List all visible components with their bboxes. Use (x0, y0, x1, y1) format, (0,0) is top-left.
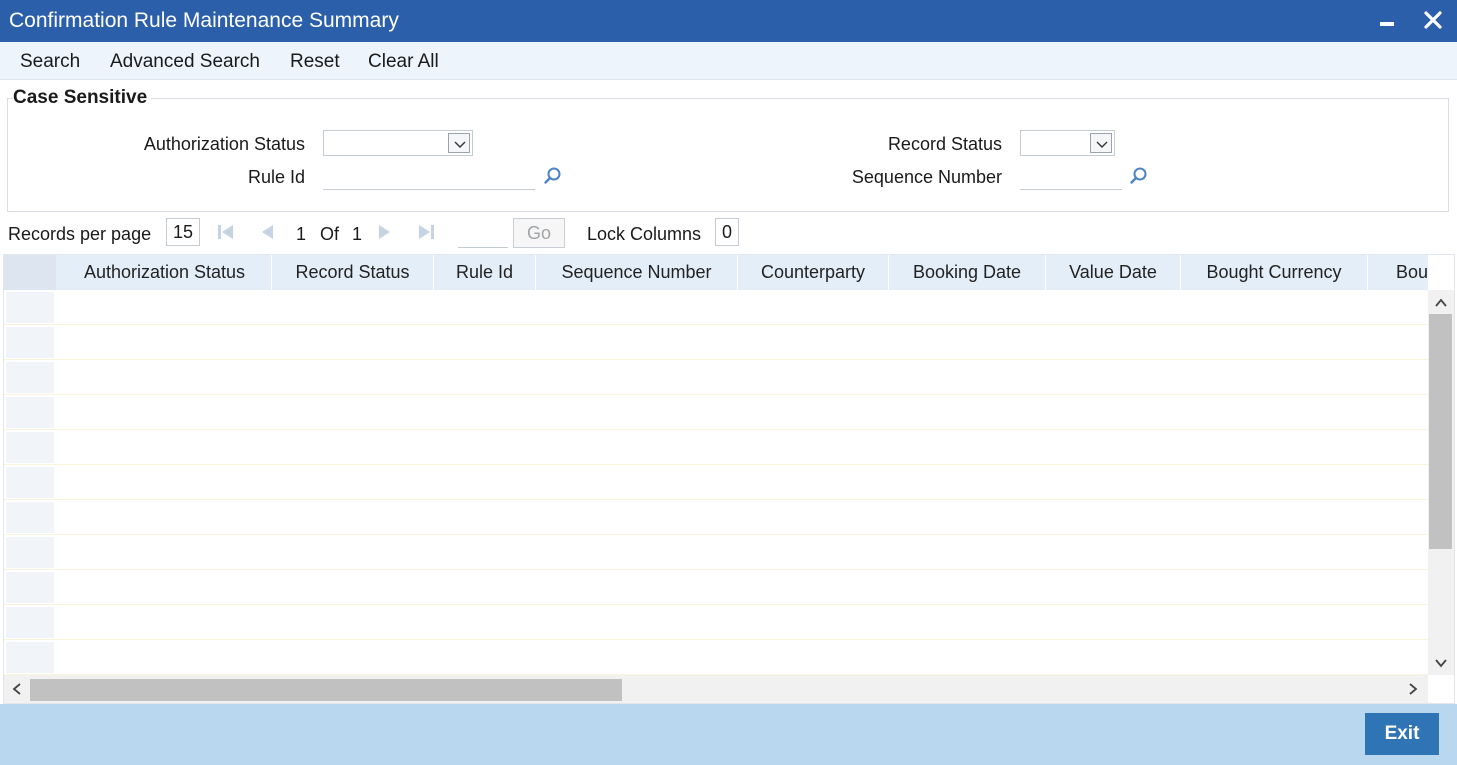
column-authorization-status[interactable]: Authorization Status (58, 255, 272, 290)
scroll-right-icon[interactable] (1404, 680, 1422, 698)
results-grid: Authorization Status Record Status Rule … (3, 254, 1455, 704)
minimize-icon[interactable] (1376, 8, 1400, 34)
select-all-column[interactable] (4, 255, 56, 290)
horizontal-scrollbar[interactable] (4, 675, 1428, 703)
close-icon[interactable] (1420, 6, 1446, 34)
window-titlebar: Confirmation Rule Maintenance Summary (0, 0, 1457, 42)
column-booking-date[interactable]: Booking Date (889, 255, 1046, 290)
case-sensitive-legend: Case Sensitive (13, 87, 152, 109)
total-pages: 1 (352, 224, 363, 244)
next-page-icon[interactable] (374, 222, 394, 242)
table-row[interactable] (4, 570, 1428, 605)
scroll-down-icon[interactable] (1432, 654, 1450, 672)
horizontal-scroll-thumb[interactable] (30, 679, 622, 701)
column-bought-currency[interactable]: Bought Currency (1181, 255, 1368, 290)
previous-page-icon[interactable] (258, 222, 278, 242)
sequence-number-label: Sequence Number (851, 167, 1002, 187)
authorization-status-select[interactable] (323, 130, 473, 156)
advanced-search-button[interactable]: Advanced Search (110, 51, 260, 73)
row-selector[interactable] (6, 397, 54, 428)
vertical-scrollbar[interactable] (1428, 290, 1454, 675)
records-per-page-input[interactable]: 15 (166, 218, 200, 246)
scroll-up-icon[interactable] (1432, 294, 1450, 312)
authorization-status-label: Authorization Status (143, 134, 305, 154)
go-to-page-input[interactable] (458, 222, 508, 248)
chevron-down-icon (1090, 133, 1112, 153)
records-per-page-label: Records per page (8, 224, 152, 244)
record-status-label: Record Status (887, 134, 1002, 154)
pagination-bar: Records per page 15 1 Of 1 Go Lock Colum… (0, 214, 1457, 252)
reset-button[interactable]: Reset (290, 51, 340, 73)
grid-header: Authorization Status Record Status Rule … (4, 255, 1428, 290)
exit-button[interactable]: Exit (1365, 713, 1439, 755)
table-row[interactable] (4, 430, 1428, 465)
row-selector[interactable] (6, 607, 54, 638)
row-selector[interactable] (6, 292, 54, 323)
table-row[interactable] (4, 325, 1428, 360)
row-selector[interactable] (6, 642, 54, 673)
search-icon[interactable] (1129, 166, 1149, 186)
row-selector[interactable] (6, 502, 54, 533)
search-button[interactable]: Search (20, 51, 80, 73)
column-bought-truncated[interactable]: Bou (1368, 255, 1428, 290)
row-selector[interactable] (6, 432, 54, 463)
rule-id-label: Rule Id (247, 167, 305, 187)
table-row[interactable] (4, 360, 1428, 395)
current-page: 1 (296, 224, 307, 244)
table-row[interactable] (4, 395, 1428, 430)
search-criteria-panel (7, 98, 1449, 212)
table-row[interactable] (4, 535, 1428, 570)
column-sequence-number[interactable]: Sequence Number (536, 255, 738, 290)
footer-bar: Exit (0, 704, 1457, 765)
lock-columns-input[interactable]: 0 (715, 218, 739, 246)
record-status-select[interactable] (1020, 130, 1115, 156)
table-row[interactable] (4, 640, 1428, 675)
grid-body (4, 290, 1428, 675)
sequence-number-input[interactable] (1020, 164, 1122, 190)
chevron-down-icon (448, 133, 470, 153)
row-selector[interactable] (6, 467, 54, 498)
column-record-status[interactable]: Record Status (272, 255, 434, 290)
last-page-icon[interactable] (416, 222, 436, 242)
row-selector[interactable] (6, 362, 54, 393)
rule-id-input[interactable] (323, 164, 535, 190)
of-label: Of (320, 224, 340, 244)
window-title: Confirmation Rule Maintenance Summary (9, 9, 399, 32)
go-button[interactable]: Go (513, 218, 565, 248)
table-row[interactable] (4, 465, 1428, 500)
clear-all-button[interactable]: Clear All (368, 51, 439, 73)
toolbar: Search Advanced Search Reset Clear All (0, 42, 1457, 80)
row-selector[interactable] (6, 327, 54, 358)
first-page-icon[interactable] (216, 222, 236, 242)
table-row[interactable] (4, 290, 1428, 325)
table-row[interactable] (4, 605, 1428, 640)
vertical-scroll-thumb[interactable] (1429, 314, 1452, 549)
scroll-left-icon[interactable] (8, 680, 26, 698)
column-rule-id[interactable]: Rule Id (434, 255, 536, 290)
lock-columns-label: Lock Columns (587, 224, 702, 244)
row-selector[interactable] (6, 537, 54, 568)
column-counterparty[interactable]: Counterparty (738, 255, 889, 290)
search-icon[interactable] (543, 166, 563, 186)
column-value-date[interactable]: Value Date (1046, 255, 1181, 290)
table-row[interactable] (4, 500, 1428, 535)
row-selector[interactable] (6, 572, 54, 603)
